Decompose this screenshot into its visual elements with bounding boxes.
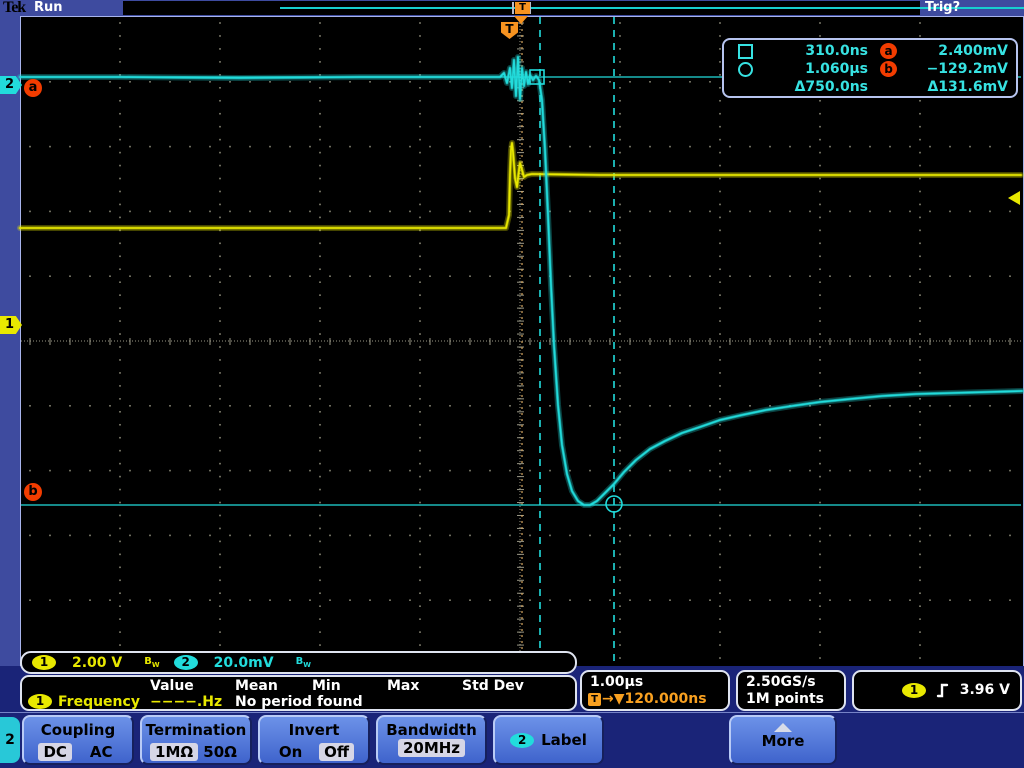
record-window-bracket-left — [512, 2, 514, 14]
termination-option-50ohm[interactable]: 50Ω — [198, 743, 242, 761]
cursor-b-value: −129.2mV — [926, 61, 1008, 77]
timebase-readout: 1.00µs T →▼ 120.000ns — [580, 670, 730, 711]
more-button[interactable]: More — [729, 715, 837, 765]
acquisition-readout: 2.50GS/s 1M points — [736, 670, 846, 711]
cursor-readout-box: 310.0ns a 2.400mV 1.060µs b −129.2mV Δ75… — [722, 38, 1018, 98]
trigger-readout: 1 3.96 V — [852, 670, 1022, 711]
channel1-bandwidth-limit-icon: BW — [144, 656, 160, 669]
trigger-source-badge: 1 — [902, 683, 926, 698]
timebase-trigger-icon: T — [588, 692, 601, 706]
record-view-strip: T — [123, 1, 1024, 15]
trigger-level-arrow-icon — [1008, 191, 1020, 205]
cursor-b-time: 1.060µs — [805, 61, 868, 77]
title-bar: Tek Run T Trig? — [0, 0, 1024, 16]
record-length: 1M points — [746, 691, 824, 707]
bandwidth-value[interactable]: 20MHz — [397, 739, 466, 757]
bandwidth-button[interactable]: Bandwidth 20MHz — [376, 715, 487, 765]
rising-edge-icon — [936, 683, 949, 698]
label-button[interactable]: 2 Label — [493, 715, 604, 765]
timebase-delay-arrow: →▼ — [602, 691, 625, 707]
more-title: More — [761, 732, 805, 750]
invert-button[interactable]: Invert On Off — [258, 715, 370, 765]
waveform-display-area — [20, 16, 1024, 667]
label-title: Label — [541, 731, 587, 749]
chevron-up-icon — [774, 723, 792, 732]
invert-option-off[interactable]: Off — [319, 743, 355, 761]
invert-option-on[interactable]: On — [274, 743, 307, 761]
meas-row-value: −−−−.Hz — [150, 694, 223, 710]
cursor-b-icon: b — [880, 61, 897, 77]
trigger-status: Trig? — [925, 0, 961, 15]
meas-header-stddev: Std Dev — [462, 678, 524, 694]
sample-rate: 2.50GS/s — [746, 674, 816, 690]
cursor-a-badge[interactable]: a — [24, 79, 42, 97]
termination-button[interactable]: Termination 1MΩ 50Ω — [140, 715, 252, 765]
cursor-a-time: 310.0ns — [805, 43, 868, 59]
cursor-a-value: 2.400mV — [938, 43, 1008, 59]
coupling-option-dc[interactable]: DC — [38, 743, 72, 761]
timebase-delay: T →▼ 120.000ns — [588, 691, 707, 707]
channel1-scale: 2.00 V — [72, 654, 123, 671]
coupling-title: Coupling — [40, 721, 116, 739]
channel1-badge: 1 — [32, 655, 56, 670]
meas-header-value: Value — [150, 678, 194, 694]
meas-header-min: Min — [312, 678, 341, 694]
cursor-delta-time: Δ750.0ns — [794, 79, 868, 95]
circle-cursor-icon — [738, 61, 753, 77]
timebase-scale: 1.00µs — [590, 674, 644, 690]
menu-channel-tab[interactable]: 2 — [0, 717, 20, 763]
termination-option-1mohm[interactable]: 1MΩ — [150, 743, 199, 761]
measurement-table: Value Mean Min Max Std Dev 1 Frequency −… — [20, 675, 577, 711]
channel2-bandwidth-limit-icon: BW — [295, 656, 311, 669]
soft-menu-bar: 2 Coupling DC AC Termination 1MΩ 50Ω Inv… — [0, 712, 1024, 768]
cursor-a-icon: a — [880, 43, 897, 59]
cursor-delta-value: Δ131.6mV — [927, 79, 1008, 95]
label-channel-badge: 2 — [510, 732, 535, 748]
meas-header-max: Max — [387, 678, 420, 694]
cursor-b-badge[interactable]: b — [24, 483, 42, 501]
channel-scale-bar: 1 2.00 V BW 2 20.0mV BW — [20, 651, 577, 674]
channel2-scale: 20.0mV — [213, 654, 274, 671]
meas-row-name: Frequency — [58, 694, 140, 710]
timebase-delay-value: 120.000ns — [624, 691, 707, 707]
meas-header-mean: Mean — [235, 678, 278, 694]
coupling-option-ac[interactable]: AC — [85, 743, 118, 761]
acquisition-status: Run — [34, 0, 63, 15]
record-view-trace — [280, 7, 1024, 9]
meas-row-note: No period found — [235, 694, 363, 710]
channel2-badge: 2 — [173, 655, 198, 670]
left-sidebar — [0, 16, 20, 666]
invert-title: Invert — [288, 721, 340, 739]
square-cursor-icon — [738, 43, 753, 59]
meas-row-channel-badge: 1 — [28, 694, 52, 709]
trigger-level: 3.96 V — [959, 682, 1010, 698]
termination-title: Termination — [145, 721, 247, 739]
coupling-button[interactable]: Coupling DC AC — [22, 715, 134, 765]
record-trigger-position-icon: T — [515, 2, 530, 14]
tek-logo: Tek — [3, 0, 26, 16]
bandwidth-title: Bandwidth — [386, 721, 477, 739]
